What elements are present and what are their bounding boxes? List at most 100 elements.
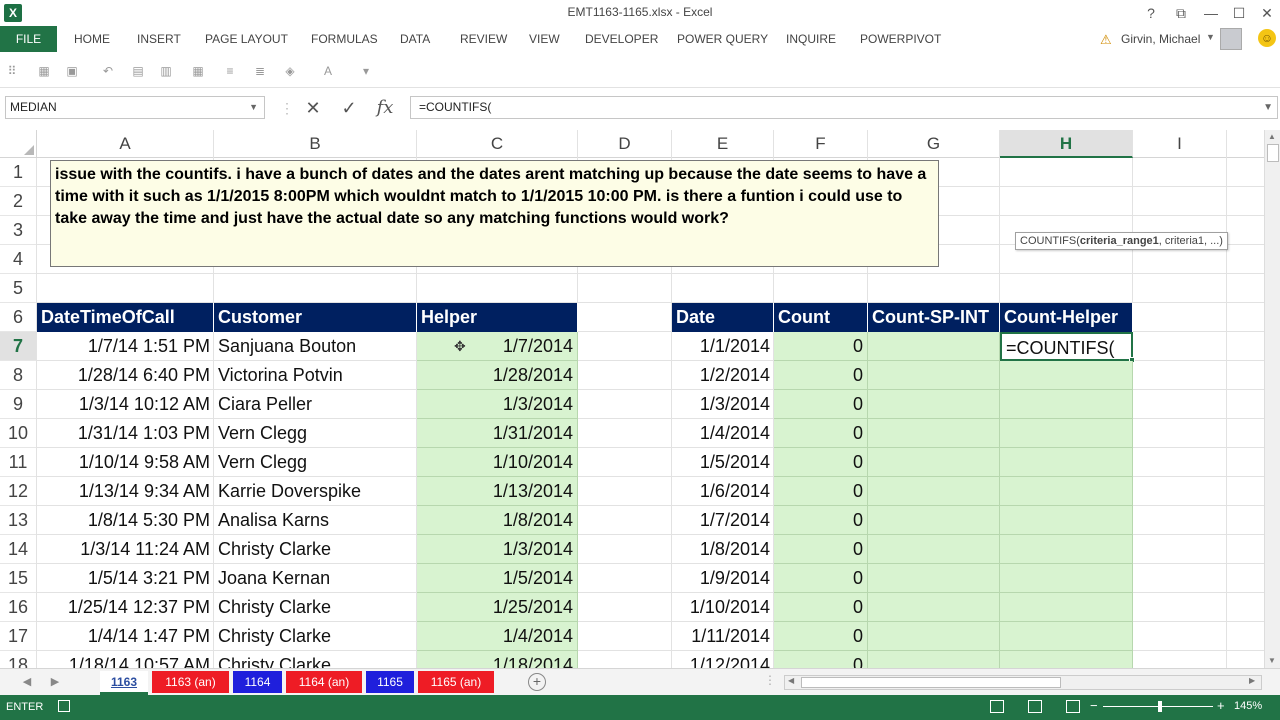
tab-inquire[interactable]: INQUIRE: [786, 26, 836, 52]
count-sp-int-cell[interactable]: [868, 593, 1000, 622]
user-account[interactable]: Girvin, Michael: [1121, 26, 1200, 52]
customize-qat-icon[interactable]: ▾: [358, 64, 374, 78]
customer-cell[interactable]: Victorina Potvin: [214, 361, 417, 390]
account-dropdown-icon[interactable]: ▼: [1206, 32, 1215, 42]
count-cell[interactable]: 0: [774, 332, 868, 361]
datetime-cell[interactable]: 1/3/14 11:24 AM: [37, 535, 214, 564]
row-header-13[interactable]: 13: [0, 506, 37, 535]
tooltip-current-arg[interactable]: criteria_range1: [1080, 235, 1159, 247]
date-cell[interactable]: 1/5/2014: [672, 448, 774, 477]
help-icon[interactable]: ?: [1136, 2, 1166, 24]
table-header[interactable]: Count-Helper: [1000, 303, 1133, 332]
minimize-button[interactable]: —: [1196, 2, 1226, 24]
datetime-cell[interactable]: 1/5/14 3:21 PM: [37, 564, 214, 593]
column-header-a[interactable]: A: [37, 130, 214, 158]
helper-cell[interactable]: 1/10/2014: [417, 448, 578, 477]
scroll-right-icon[interactable]: ▶: [1249, 676, 1255, 685]
date-cell[interactable]: 1/12/2014: [672, 651, 774, 668]
worksheet-grid[interactable]: A B C D E F G H I 1 2 3 4 5 6 7 8 9 10 11 12 13 14 15 1…: [0, 130, 1264, 668]
add-sheet-button[interactable]: +: [528, 673, 546, 691]
column-header-b[interactable]: B: [214, 130, 417, 158]
avatar[interactable]: [1220, 28, 1242, 50]
undo-icon[interactable]: ↶: [100, 64, 116, 78]
tab-home[interactable]: HOME: [74, 26, 110, 52]
helper-cell[interactable]: 1/3/2014: [417, 390, 578, 419]
row-header-4[interactable]: 4: [0, 245, 37, 274]
customer-cell[interactable]: Sanjuana Bouton: [214, 332, 417, 361]
indent-icon[interactable]: ≡: [222, 64, 238, 78]
tab-powerpivot[interactable]: POWERPIVOT: [860, 26, 941, 52]
customer-cell[interactable]: Karrie Doverspike: [214, 477, 417, 506]
zoom-out-icon[interactable]: −: [1090, 698, 1098, 713]
sheet-tab-1164-an-[interactable]: 1164 (an): [286, 671, 362, 693]
count-sp-int-cell[interactable]: [868, 651, 1000, 668]
horizontal-scroll-thumb[interactable]: [801, 677, 1061, 688]
row-header-17[interactable]: 17: [0, 622, 37, 651]
date-cell[interactable]: 1/8/2014: [672, 535, 774, 564]
scroll-down-icon[interactable]: ▼: [1268, 656, 1276, 665]
table-header[interactable]: Customer: [214, 303, 417, 332]
row-header-7[interactable]: 7: [0, 332, 37, 361]
font-color-icon[interactable]: A: [320, 64, 336, 78]
row-header-2[interactable]: 2: [0, 187, 37, 216]
count-cell[interactable]: 0: [774, 477, 868, 506]
datetime-cell[interactable]: 1/3/14 10:12 AM: [37, 390, 214, 419]
datetime-cell[interactable]: 1/8/14 5:30 PM: [37, 506, 214, 535]
row-header-9[interactable]: 9: [0, 390, 37, 419]
count-cell[interactable]: 0: [774, 361, 868, 390]
helper-cell[interactable]: 1/31/2014: [417, 419, 578, 448]
vertical-scrollbar[interactable]: ▲ ▼: [1264, 130, 1280, 668]
tab-review[interactable]: REVIEW: [460, 26, 507, 52]
close-button[interactable]: ✕: [1252, 2, 1280, 24]
count-sp-int-cell[interactable]: [868, 332, 1000, 361]
customer-cell[interactable]: Christy Clarke: [214, 651, 417, 668]
merge-icon[interactable]: ▦: [190, 64, 206, 78]
snap-icon[interactable]: ⠿: [4, 64, 20, 78]
count-helper-cell[interactable]: [1000, 535, 1133, 564]
zoom-slider-thumb[interactable]: [1158, 701, 1162, 712]
insert-function-button[interactable]: fx: [370, 96, 400, 120]
customer-cell[interactable]: Christy Clarke: [214, 535, 417, 564]
count-sp-int-cell[interactable]: [868, 477, 1000, 506]
datetime-cell[interactable]: 1/4/14 1:47 PM: [37, 622, 214, 651]
tab-file[interactable]: FILE: [0, 26, 57, 52]
table-header[interactable]: DateTimeOfCall: [37, 303, 214, 332]
customer-cell[interactable]: Christy Clarke: [214, 593, 417, 622]
chevron-down-icon[interactable]: ▼: [1263, 97, 1273, 118]
column-header-f[interactable]: F: [774, 130, 868, 158]
page-break-view-icon[interactable]: [1066, 700, 1080, 713]
row-header-6[interactable]: 6: [0, 303, 37, 332]
prev-sheet-icon[interactable]: ◀: [18, 673, 36, 691]
datetime-cell[interactable]: 1/28/14 6:40 PM: [37, 361, 214, 390]
formula-input[interactable]: =COUNTIFS( ▼: [410, 96, 1278, 119]
tab-developer[interactable]: DEVELOPER: [585, 26, 658, 52]
count-cell[interactable]: 0: [774, 651, 868, 668]
customer-cell[interactable]: Analisa Karns: [214, 506, 417, 535]
warning-icon[interactable]: ⚠: [1100, 32, 1112, 48]
count-sp-int-cell[interactable]: [868, 390, 1000, 419]
count-sp-int-cell[interactable]: [868, 419, 1000, 448]
scroll-left-icon[interactable]: ◀: [788, 676, 794, 685]
column-header-i[interactable]: I: [1133, 130, 1227, 158]
count-sp-int-cell[interactable]: [868, 564, 1000, 593]
zoom-level[interactable]: 145%: [1234, 700, 1262, 712]
tab-power-query[interactable]: POWER QUERY: [677, 26, 768, 52]
row-header-14[interactable]: 14: [0, 535, 37, 564]
date-cell[interactable]: 1/6/2014: [672, 477, 774, 506]
tooltip-function[interactable]: COUNTIFS(: [1020, 235, 1080, 247]
datetime-cell[interactable]: 1/25/14 12:37 PM: [37, 593, 214, 622]
count-cell[interactable]: 0: [774, 593, 868, 622]
count-sp-int-cell[interactable]: [868, 622, 1000, 651]
customer-cell[interactable]: Christy Clarke: [214, 622, 417, 651]
count-helper-cell[interactable]: [1000, 477, 1133, 506]
helper-cell[interactable]: 1/28/2014: [417, 361, 578, 390]
datetime-cell[interactable]: 1/18/14 10:57 AM: [37, 651, 214, 668]
row-header-12[interactable]: 12: [0, 477, 37, 506]
outdent-icon[interactable]: ≣: [252, 64, 268, 78]
row-header-15[interactable]: 15: [0, 564, 37, 593]
count-cell[interactable]: 0: [774, 390, 868, 419]
date-cell[interactable]: 1/1/2014: [672, 332, 774, 361]
customer-cell[interactable]: Ciara Peller: [214, 390, 417, 419]
count-helper-cell[interactable]: [1000, 390, 1133, 419]
row-header-8[interactable]: 8: [0, 361, 37, 390]
